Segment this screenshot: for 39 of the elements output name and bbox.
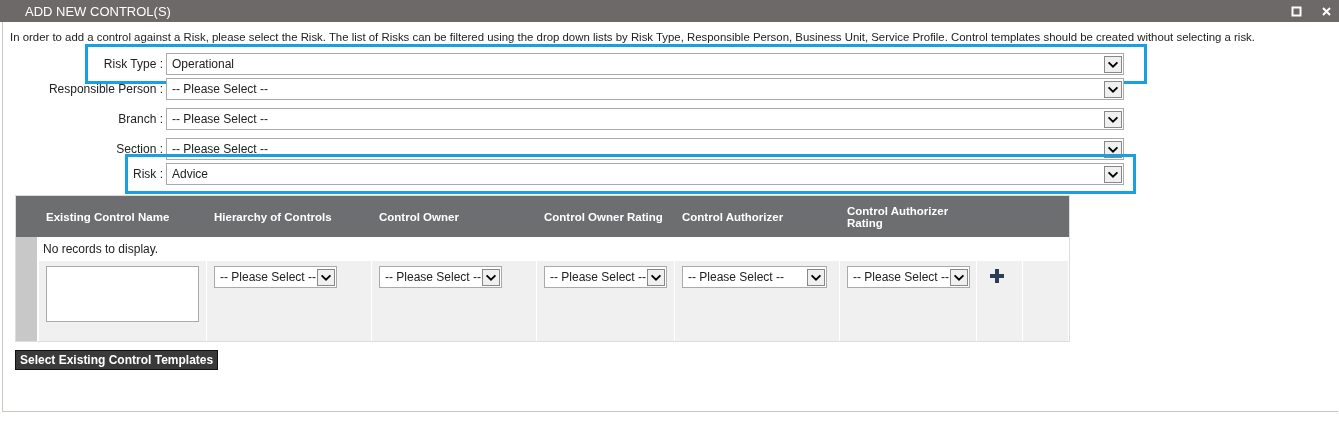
field-label: Section : (115, 142, 164, 156)
column-header: Control Owner (372, 196, 537, 237)
column-header: Existing Control Name (39, 196, 207, 237)
empty-message: No records to display. (42, 241, 160, 258)
window-title: ADD NEW CONTROL(S) (25, 3, 172, 19)
dropdown[interactable]: -- Please Select -- (166, 78, 1124, 100)
column-header: Hierarchy of Controls (207, 196, 372, 237)
chevron-down-icon (1104, 80, 1122, 98)
dropdown[interactable]: Advice (166, 163, 1124, 185)
chevron-down-icon (647, 268, 665, 286)
header-cell (16, 196, 39, 237)
instruction-text: In order to add a control against a Risk, please select the Risk. The list of Risks can be filtered using the drop down lists by Risk Type, Responsible Person, Business Unit, Service Profile. Control templates should be created without selecting a risk. (10, 31, 1256, 43)
dropdown[interactable]: Operational (166, 53, 1124, 75)
chevron-down-icon (950, 268, 968, 286)
chevron-down-icon (1104, 165, 1122, 183)
chevron-down-icon (807, 268, 825, 286)
dropdown[interactable]: -- Please Select -- (682, 266, 827, 288)
dropdown[interactable]: -- Please Select -- (166, 108, 1124, 130)
add-icon[interactable] (990, 269, 1004, 283)
chevron-down-icon (1104, 110, 1122, 128)
header-cell (1023, 196, 1069, 237)
chevron-down-icon (1104, 55, 1122, 73)
column-header: Control Owner Rating (537, 196, 675, 237)
column-header: Control Authorizer (675, 196, 840, 237)
field-label: Branch : (117, 112, 164, 126)
chevron-down-icon (317, 268, 335, 286)
dropdown[interactable]: -- Please Select -- (847, 266, 970, 288)
select-templates-button[interactable]: Select Existing Control Templates (15, 350, 219, 370)
field-label: Risk Type : (102, 57, 164, 71)
column-header: Control Authorizer Rating (840, 196, 977, 237)
dropdown[interactable]: -- Please Select -- (214, 266, 337, 288)
field-label: Responsible Person : (47, 82, 164, 96)
field-label: Risk : (132, 167, 164, 181)
dropdown[interactable]: -- Please Select -- (544, 266, 667, 288)
maximize-icon[interactable] (1291, 5, 1302, 17)
close-icon[interactable] (1322, 6, 1331, 16)
chevron-down-icon (482, 268, 500, 286)
dropdown[interactable]: -- Please Select -- (379, 266, 502, 288)
control-name-input[interactable] (46, 266, 199, 322)
